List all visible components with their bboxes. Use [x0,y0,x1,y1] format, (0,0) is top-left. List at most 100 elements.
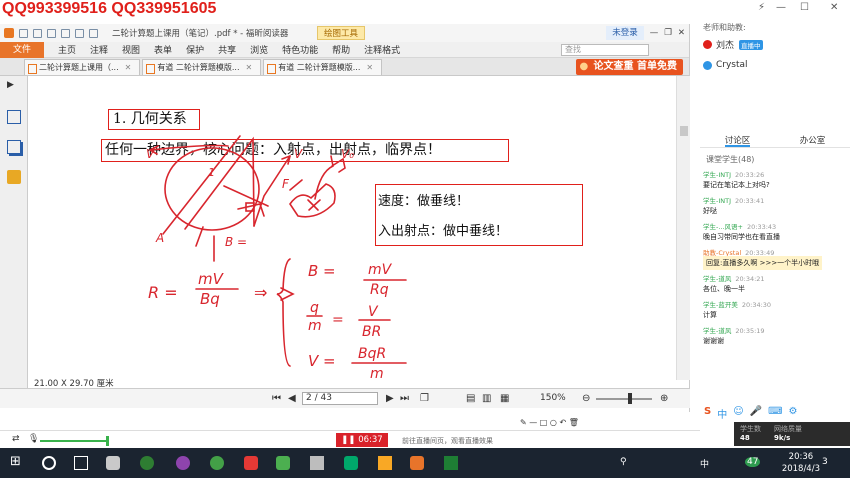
print-icon[interactable] [47,28,56,38]
task-view-icon[interactable] [74,456,88,470]
file-menu[interactable]: 文件 [0,41,44,58]
formula-v: V = [308,352,336,370]
save-icon[interactable] [33,28,42,38]
msg-time: 20:33:41 [735,197,765,205]
close-icon[interactable]: ✕ [366,63,373,72]
screen-share-icon[interactable]: ⇄ [12,434,20,444]
comments-icon[interactable] [7,170,21,184]
tray-badge-icon[interactable]: 47 [745,457,761,467]
minimize-button[interactable]: — [776,2,786,13]
excel-icon[interactable] [444,456,458,470]
wechat-icon[interactable] [276,456,290,470]
page-number-input[interactable]: 2 / 43 [302,392,378,405]
hand-tool-icon[interactable] [89,28,98,38]
menu-comment-format[interactable]: 注释格式 [364,43,400,56]
app-icon[interactable] [244,456,258,470]
prev-page-button[interactable]: ◀ [288,393,296,404]
foxit-taskbar-icon[interactable] [410,456,424,470]
network-tray-icon[interactable]: ⚲ [620,457,627,467]
circle-tool-icon[interactable]: ○ [550,418,557,427]
next-page-button[interactable]: ▶ [386,393,394,404]
app-icon[interactable] [140,456,154,470]
bookmark-icon[interactable] [7,110,21,124]
zoom-slider[interactable] [596,398,652,400]
search-input[interactable]: 查找 [561,44,649,56]
close-icon[interactable]: ✕ [125,63,132,72]
menu-help[interactable]: 帮助 [332,43,350,56]
promo-banner[interactable]: 论文查重 首单免费 [575,59,683,75]
doc-tab-3[interactable]: 有道 二轮计算题模版... ✕ [263,59,383,75]
search-icon[interactable] [42,456,56,470]
live-timer-button[interactable]: ❚❚ 06:37 [336,433,388,447]
ime-mode-icon[interactable]: 中 [717,406,727,421]
zoom-out-icon[interactable]: ⊖ [582,393,590,404]
trash-icon[interactable]: 🗑 [569,418,579,427]
continuous-icon[interactable]: ▥ [482,393,491,404]
taskbar-clock[interactable]: 20:36 2018/4/3 [782,451,820,475]
pdf-restore-button[interactable]: ❐ [664,28,672,38]
close-icon[interactable]: ✕ [246,63,253,72]
emoji-icon[interactable]: ☺ [733,406,743,421]
zoom-in-icon[interactable]: ⊕ [660,393,668,404]
speaker-item[interactable]: 刘杰 直播中 [703,38,763,51]
facing-icon[interactable]: ▦ [500,393,509,404]
menu-browse[interactable]: 浏览 [250,43,268,56]
handwritten-annotations: V V V₀ A B = F 1 ⇒ R = mV Bq B = mV Rq q… [146,135,407,382]
vertical-scrollbar[interactable] [676,76,690,380]
browser-icon[interactable] [210,456,224,470]
mail-icon[interactable] [310,456,324,470]
microphone-icon[interactable]: 🎙 [28,434,39,444]
single-page-icon[interactable]: ▤ [466,393,475,404]
notification-icon[interactable]: 3 [822,457,828,467]
tab-office[interactable]: 办公室 [800,134,826,147]
volume-knob[interactable] [106,436,109,446]
menu-view[interactable]: 视图 [122,43,140,56]
menu-protect[interactable]: 保护 [186,43,204,56]
drawing-tools-tab[interactable]: 绘图工具 [317,26,366,40]
menu-comment[interactable]: 注释 [90,43,108,56]
fit-page-icon[interactable]: ❐ [420,393,429,404]
pen-tool-icon[interactable]: ✎ [520,418,527,427]
doc-tab-2[interactable]: 有道 二轮计算题模版... ✕ [142,59,262,75]
formula-v-den: m [370,366,384,382]
keyboard-icon[interactable]: ⌨ [768,406,782,421]
rect-tool-icon[interactable]: □ [540,418,548,427]
redo-icon[interactable] [75,28,84,38]
menu-share[interactable]: 共享 [218,43,236,56]
folder-icon[interactable] [378,456,392,470]
login-button[interactable]: 未登录 [606,26,644,40]
undo-draw-icon[interactable]: ↶ [559,418,566,427]
ime-tray[interactable]: 中 [700,457,709,470]
app-icon[interactable] [176,456,190,470]
menu-form[interactable]: 表单 [154,43,172,56]
close-button[interactable]: ✕ [830,2,838,13]
expand-arrow-icon[interactable]: ▶ [7,80,21,94]
first-page-button[interactable]: ⏮ [272,393,281,404]
mic-icon[interactable]: 🎤 [750,406,762,421]
line-tool-icon[interactable]: — [529,418,537,427]
app-icon[interactable] [106,456,120,470]
pages-icon[interactable] [7,140,21,154]
last-page-button[interactable]: ⏭ [400,393,409,404]
menu-features[interactable]: 特色功能 [282,43,318,56]
speaker-item[interactable]: Crystal [703,60,748,70]
pdf-minimize-button[interactable]: — [650,28,659,38]
zoom-slider-knob[interactable] [628,393,632,404]
scroll-thumb[interactable] [680,126,688,136]
sogou-icon[interactable]: S [704,406,711,421]
tab-discussion[interactable]: 讨论区 [724,134,751,147]
volume-slider[interactable] [40,440,108,442]
undo-icon[interactable] [61,28,70,38]
label-v-left: V [146,147,155,161]
windows-start-icon[interactable]: ⊞ [10,454,24,469]
settings-icon[interactable]: ⚙ [789,406,798,421]
doc-tab-1[interactable]: 二轮计算题上课用（... ✕ [24,59,141,75]
pdf-close-button[interactable]: ✕ [678,28,685,38]
maximize-button[interactable]: ☐ [800,2,809,13]
group-label[interactable]: 课堂学生(48) [706,154,754,165]
open-icon[interactable] [19,28,28,38]
menu-home[interactable]: 主页 [58,43,76,56]
pdf-titlebar: 二轮计算题上课用（笔记）.pdf * - 福昕阅读器 绘图工具 未登录 — ❐ … [0,24,689,42]
zoom-level[interactable]: 150% [540,393,566,403]
app-icon[interactable] [344,456,358,470]
